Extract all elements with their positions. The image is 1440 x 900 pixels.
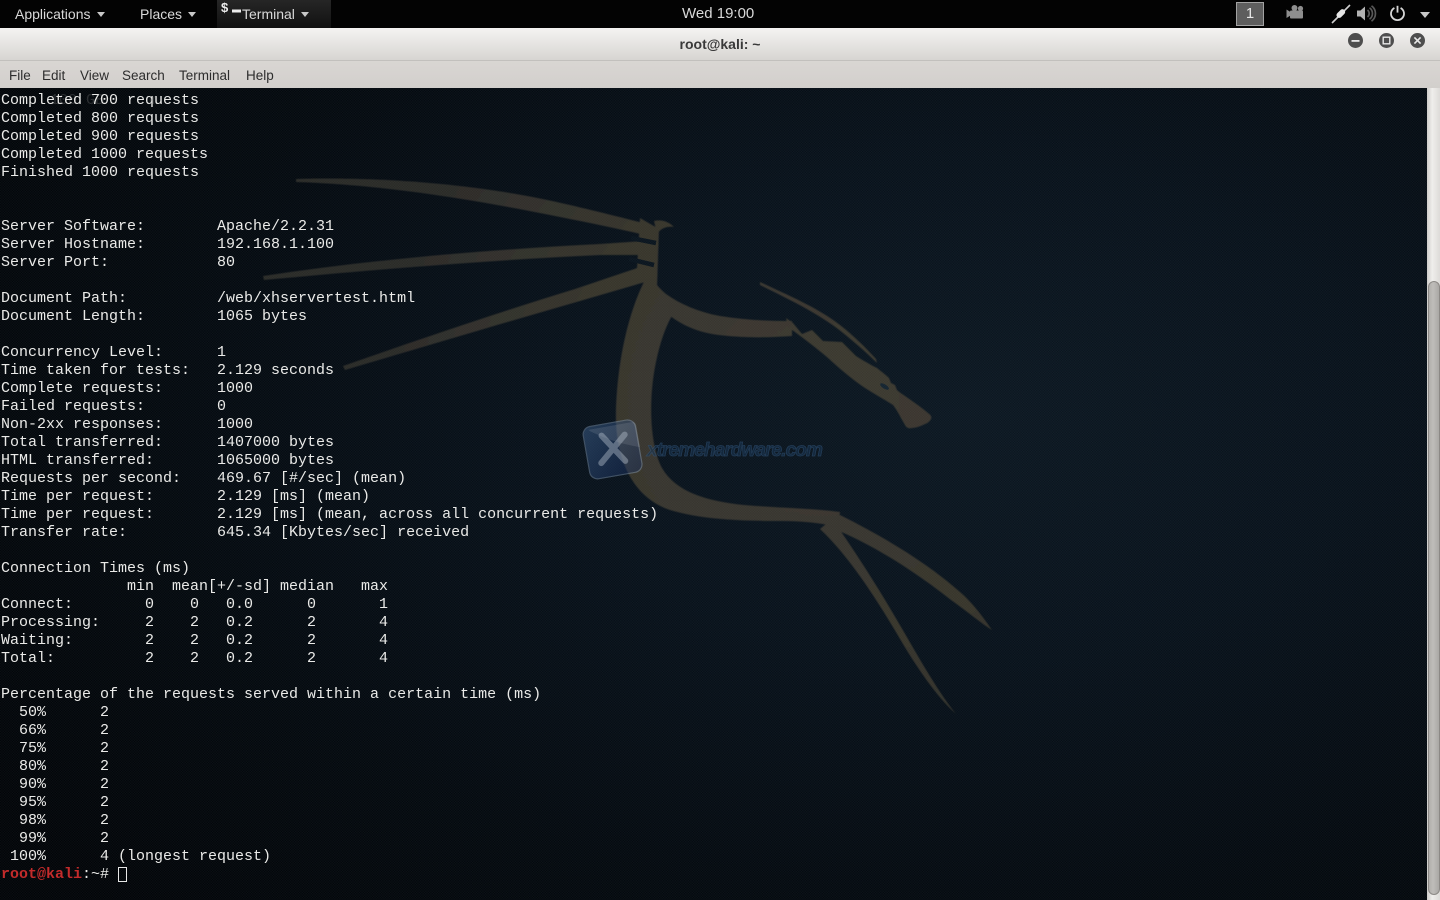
- svg-text:$: $: [221, 0, 229, 15]
- svg-text:xtremehardware.com: xtremehardware.com: [646, 440, 823, 461]
